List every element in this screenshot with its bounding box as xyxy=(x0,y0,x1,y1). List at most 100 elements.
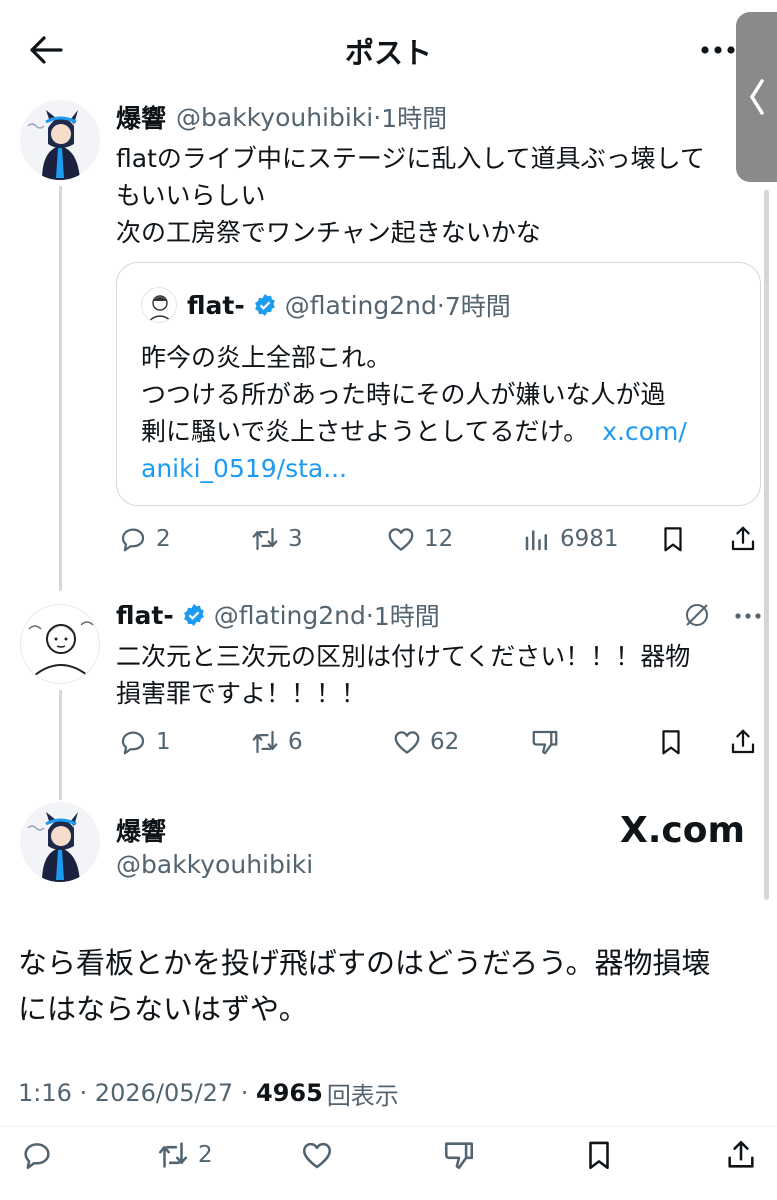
post-time: 7時間 xyxy=(444,292,511,321)
reply-button[interactable]: 2 xyxy=(118,524,171,554)
share-button[interactable] xyxy=(724,1138,758,1172)
more-options-icon[interactable] xyxy=(698,30,738,70)
analytics-icon xyxy=(525,530,547,551)
repost-icon xyxy=(252,527,278,551)
divider xyxy=(0,1126,777,1127)
dislike-button[interactable] xyxy=(442,1138,476,1172)
views-button[interactable]: 6981 xyxy=(522,524,619,554)
tweet-line: なら看板とかを投げ飛ばすのはどうだろう。器物損壊 xyxy=(18,946,711,980)
author-handle[interactable]: @bakkyouhibiki xyxy=(116,850,313,879)
quoted-text: 昨今の炎上全部これ。 つつける所があった時にその人が嫌いな人が過 剰に騒いで炎上… xyxy=(141,339,741,487)
quoted-post[interactable]: flat- @flating2nd · 7時間 昨今の炎上全部これ。 つつける所… xyxy=(116,262,761,506)
separator: · xyxy=(436,290,445,320)
heart-icon xyxy=(388,528,414,551)
view-count: 6981 xyxy=(560,526,619,552)
separator: · xyxy=(71,1079,95,1107)
share-button[interactable] xyxy=(728,524,758,554)
repost-count: 3 xyxy=(288,526,303,552)
quoted-link[interactable]: x.com/ xyxy=(602,417,687,446)
repost-button[interactable]: 2 xyxy=(156,1138,213,1172)
dislike-button[interactable] xyxy=(530,727,560,757)
thread-connector xyxy=(59,690,62,800)
share-icon xyxy=(731,729,755,754)
author-handle[interactable]: @flating2nd xyxy=(214,601,366,630)
author-handle[interactable]: @bakkyouhibiki xyxy=(176,103,373,132)
reply-count: 1 xyxy=(156,729,171,755)
scrollbar[interactable] xyxy=(764,190,769,900)
tweet-line: もいいらしい xyxy=(116,181,266,210)
author-name[interactable]: 爆響 xyxy=(116,812,166,848)
like-count: 62 xyxy=(430,729,460,755)
reply-icon xyxy=(121,528,145,552)
reply-icon xyxy=(24,1143,50,1170)
verified-badge-icon xyxy=(254,294,275,316)
reply-button[interactable] xyxy=(20,1138,54,1172)
view-label[interactable]: 回表示 xyxy=(327,1076,399,1111)
separator: · xyxy=(365,600,374,630)
like-button[interactable] xyxy=(300,1138,334,1172)
brand-watermark: X.com xyxy=(620,810,746,851)
like-count: 12 xyxy=(424,526,454,552)
share-icon xyxy=(728,1140,754,1168)
reply-button[interactable]: 1 xyxy=(118,727,171,757)
author-name[interactable]: flat- xyxy=(116,601,174,630)
post-time: 1:16 xyxy=(18,1079,72,1107)
tweet-line: 損害罪ですよ！！！！ xyxy=(116,679,367,708)
quoted-line: つつける所があった時にその人が嫌いな人が過 xyxy=(141,380,666,409)
repost-button[interactable]: 3 xyxy=(250,524,303,554)
bookmark-button[interactable] xyxy=(582,1138,616,1172)
like-button[interactable]: 62 xyxy=(392,727,459,757)
tweet-line: flatのライブ中にステージに乱入して道具ぶっ壊して xyxy=(116,144,705,173)
post-time[interactable]: 1時間 xyxy=(374,597,440,633)
repost-count: 6 xyxy=(288,729,303,755)
repost-count: 2 xyxy=(198,1142,213,1168)
share-button[interactable] xyxy=(728,727,758,757)
tweet-text: なら看板とかを投げ飛ばすのはどうだろう。器物損壊 にはならないはずや。 xyxy=(18,940,758,1032)
like-button[interactable]: 12 xyxy=(386,524,453,554)
separator: · xyxy=(233,1079,257,1107)
author-name: flat- xyxy=(187,290,245,320)
quoted-line-text: 剰に騒いで炎上させようとしてるだけ。 xyxy=(141,417,589,446)
top-bar: ポスト xyxy=(0,0,777,100)
repost-icon xyxy=(158,1142,188,1168)
reply-icon xyxy=(121,731,145,755)
quoted-link[interactable]: aniki_0519/sta... xyxy=(141,450,741,487)
heart-icon xyxy=(302,1142,332,1169)
separator: · xyxy=(373,102,382,132)
avatar[interactable] xyxy=(20,604,100,684)
repost-icon xyxy=(252,730,278,754)
page-title: ポスト xyxy=(344,36,432,70)
quoted-line: 剰に騒いで炎上させようとしてるだけ。 x.com/ xyxy=(141,413,741,450)
author-handle: @flating2nd xyxy=(284,290,437,320)
thumbs-down-icon xyxy=(532,730,558,755)
author-name[interactable]: 爆響 xyxy=(116,99,166,135)
avatar[interactable] xyxy=(20,100,100,180)
more-options-icon[interactable] xyxy=(730,608,766,622)
tweet-text: 二次元と三次元の区別は付けてください！！！器物 損害罪ですよ！！！！ xyxy=(116,638,746,712)
verified-badge-icon xyxy=(183,604,204,626)
chevron-left-icon xyxy=(749,79,764,115)
side-panel-handle[interactable] xyxy=(736,12,777,182)
bookmark-icon xyxy=(662,730,680,755)
view-count: 4965 xyxy=(256,1079,323,1107)
tweet-line: 次の工房祭でワンチャン起きないかな xyxy=(116,218,541,247)
grok-icon[interactable] xyxy=(682,600,712,630)
heart-icon xyxy=(394,731,420,754)
tweet-line: にはならないはずや。 xyxy=(18,992,308,1026)
bookmark-button[interactable] xyxy=(656,727,686,757)
avatar[interactable] xyxy=(20,802,100,882)
thread-connector xyxy=(59,186,62,591)
quoted-line: 昨今の炎上全部これ。 xyxy=(141,343,392,372)
share-icon xyxy=(731,526,755,551)
bookmark-button[interactable] xyxy=(658,524,688,554)
post-date: 2026/05/27 xyxy=(94,1079,234,1107)
bookmark-icon xyxy=(589,1141,609,1170)
tweet-line: 二次元と三次元の区別は付けてください！！！器物 xyxy=(116,642,691,671)
post-time[interactable]: 1時間 xyxy=(381,99,447,135)
tweet-text: flatのライブ中にステージに乱入して道具ぶっ壊して もいいらしい 次の工房祭で… xyxy=(116,140,736,251)
avatar xyxy=(141,287,177,323)
bookmark-icon xyxy=(664,527,682,552)
post-meta: 1:16 · 2026/05/27 · 4965 回表示 xyxy=(18,1076,399,1110)
thumbs-down-icon xyxy=(444,1142,474,1170)
repost-button[interactable]: 6 xyxy=(250,727,303,757)
